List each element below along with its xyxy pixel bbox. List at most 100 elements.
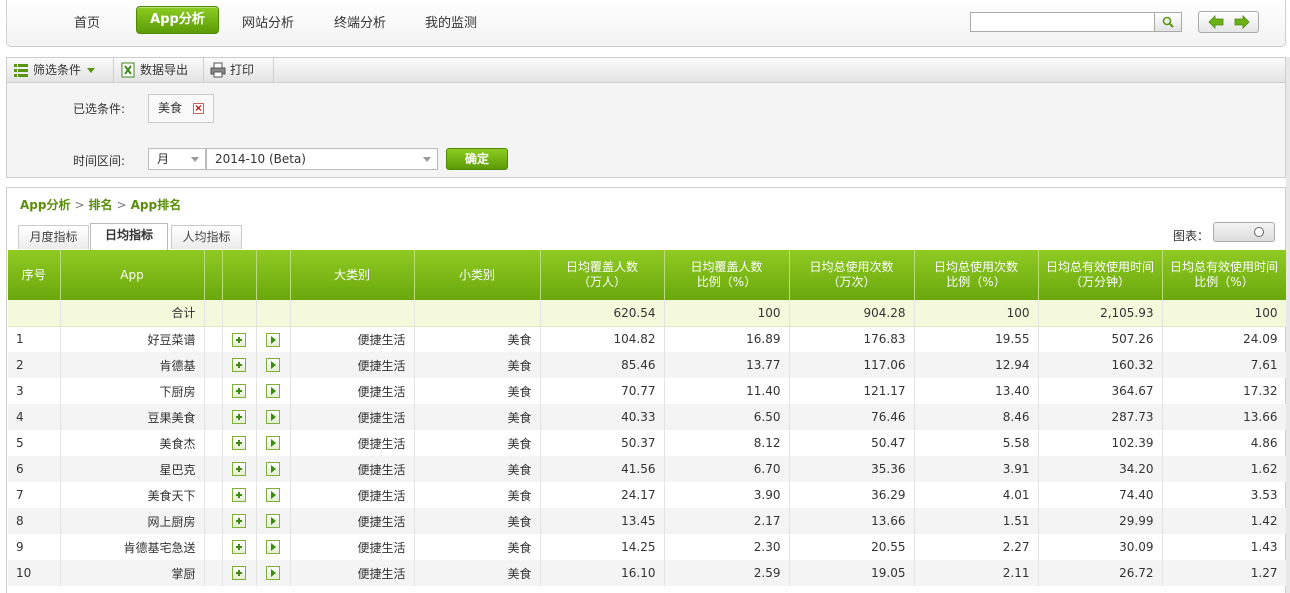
big-category-link[interactable]: 便捷生活 — [290, 482, 415, 508]
header-usage-count-ratio[interactable]: 日均总使用次数 比例（%） — [914, 250, 1039, 300]
header-coverage-ratio[interactable]: 日均覆盖人数 比例（%） — [664, 250, 790, 300]
small-category-link[interactable]: 美食 — [414, 352, 541, 378]
big-category-link[interactable]: 便捷生活 — [290, 456, 415, 482]
header-usage-time[interactable]: 日均总有效使用时间 （万分钟） — [1038, 250, 1163, 300]
header-app[interactable]: App — [60, 250, 205, 300]
header-big-category[interactable]: 大类别 — [290, 250, 415, 300]
tab-daily[interactable]: 日均指标 — [90, 223, 168, 250]
tab-per-capita[interactable]: 人均指标 — [171, 225, 242, 249]
value-cell: 2.59 — [664, 560, 790, 586]
big-category-link[interactable]: 便捷生活 — [290, 378, 415, 404]
add-icon[interactable] — [232, 384, 246, 399]
app-link[interactable]: 美食杰 — [60, 430, 205, 456]
app-link[interactable]: 肯德基宅急送 — [60, 534, 205, 560]
big-category-link[interactable]: 便捷生活 — [290, 404, 415, 430]
chart-toggle[interactable] — [1213, 222, 1275, 242]
app-link[interactable]: 豆果美食 — [60, 404, 205, 430]
header-usage-time-ratio[interactable]: 日均总有效使用时间 比例（%） — [1162, 250, 1287, 300]
play-icon[interactable] — [266, 410, 280, 425]
table-row: 8 网上厨房 便捷生活 美食 13.45 2.17 13.66 1.51 29.99 1.42 — [8, 508, 1287, 534]
add-icon[interactable] — [232, 566, 246, 581]
nav-terminal-analysis[interactable]: 终端分析 — [334, 12, 386, 31]
nav-home[interactable]: 首页 — [74, 12, 100, 31]
header-coverage[interactable]: 日均覆盖人数 （万人） — [540, 250, 665, 300]
big-category-link[interactable]: 便捷生活 — [290, 560, 415, 586]
cell — [204, 560, 223, 586]
add-icon[interactable] — [232, 488, 246, 503]
small-category-link[interactable]: 美食 — [414, 378, 541, 404]
chevron-right-icon: > — [116, 198, 127, 212]
export-data-button[interactable]: 数据导出 — [114, 58, 204, 82]
big-category-link[interactable]: 便捷生活 — [290, 508, 415, 534]
print-button[interactable]: 打印 — [204, 58, 274, 82]
header-rank[interactable]: 序号 — [8, 250, 61, 300]
value-cell: 14.25 — [540, 534, 665, 560]
play-icon[interactable] — [266, 540, 280, 555]
app-link[interactable]: 好豆菜谱 — [60, 326, 205, 352]
app-link[interactable]: 下厨房 — [60, 378, 205, 404]
big-category-link[interactable]: 便捷生活 — [290, 430, 415, 456]
cell — [204, 300, 223, 327]
add-icon[interactable] — [232, 514, 246, 529]
month-select[interactable]: 2014-10 (Beta) — [206, 148, 438, 170]
big-category-link[interactable]: 便捷生活 — [290, 326, 415, 352]
play-icon[interactable] — [266, 514, 280, 529]
total-usage-time-ratio: 100 — [1162, 300, 1287, 327]
value-cell: 13.66 — [789, 508, 915, 534]
big-category-link[interactable]: 便捷生活 — [290, 534, 415, 560]
back-arrow-icon[interactable] — [1205, 14, 1227, 30]
breadcrumb-app-analysis[interactable]: App分析 — [20, 198, 70, 212]
small-category-link[interactable]: 美食 — [414, 560, 541, 586]
add-icon[interactable] — [232, 436, 246, 451]
play-icon[interactable] — [266, 566, 280, 581]
play-icon[interactable] — [266, 384, 280, 399]
nav-website-analysis[interactable]: 网站分析 — [242, 12, 294, 31]
app-link[interactable]: 肯德基 — [60, 352, 205, 378]
header-usage-count[interactable]: 日均总使用次数 （万次） — [789, 250, 915, 300]
small-category-link[interactable]: 美食 — [414, 326, 541, 352]
confirm-button[interactable]: 确定 — [446, 148, 508, 170]
filter-conditions-button[interactable]: 筛选条件 — [7, 58, 114, 82]
big-category-link[interactable]: 便捷生活 — [290, 352, 415, 378]
app-link[interactable]: 美食天下 — [60, 482, 205, 508]
play-icon[interactable] — [266, 488, 280, 503]
add-icon[interactable] — [232, 358, 246, 373]
value-cell: 35.36 — [789, 456, 915, 482]
play-icon[interactable] — [266, 436, 280, 451]
forward-arrow-icon[interactable] — [1231, 14, 1253, 30]
add-icon[interactable] — [232, 332, 246, 347]
tab-monthly[interactable]: 月度指标 — [18, 225, 89, 249]
add-icon[interactable] — [232, 410, 246, 425]
search-button[interactable] — [1155, 12, 1182, 32]
nav-app-analysis[interactable]: App分析 — [136, 6, 219, 34]
month-value: 2014-10 (Beta) — [215, 152, 306, 166]
small-category-link[interactable]: 美食 — [414, 482, 541, 508]
total-row: 合计 620.54 100 904.28 100 2,105.93 100 — [8, 300, 1287, 327]
period-select[interactable]: 月 — [148, 148, 206, 170]
add-icon[interactable] — [232, 540, 246, 555]
cell — [290, 300, 415, 327]
add-cell — [222, 430, 257, 456]
add-icon[interactable] — [232, 462, 246, 477]
breadcrumb-ranking[interactable]: 排名 — [89, 198, 113, 212]
app-link[interactable]: 星巴克 — [60, 456, 205, 482]
page-scrollbar[interactable] — [1286, 57, 1290, 593]
small-category-link[interactable]: 美食 — [414, 430, 541, 456]
play-icon[interactable] — [266, 462, 280, 477]
search-input[interactable] — [970, 12, 1155, 32]
remove-tag-icon[interactable]: × — [193, 103, 204, 114]
small-category-link[interactable]: 美食 — [414, 508, 541, 534]
chevron-down-icon — [423, 157, 431, 162]
rank-cell: 8 — [8, 508, 61, 534]
nav-my-monitor[interactable]: 我的监测 — [425, 12, 477, 31]
small-category-link[interactable]: 美食 — [414, 456, 541, 482]
small-category-link[interactable]: 美食 — [414, 534, 541, 560]
header-small-category[interactable]: 小类别 — [414, 250, 541, 300]
value-cell: 13.66 — [1162, 404, 1287, 430]
app-link[interactable]: 网上厨房 — [60, 508, 205, 534]
play-icon[interactable] — [266, 332, 280, 347]
app-link[interactable]: 掌厨 — [60, 560, 205, 586]
small-category-link[interactable]: 美食 — [414, 404, 541, 430]
play-icon[interactable] — [266, 358, 280, 373]
add-cell — [222, 378, 257, 404]
